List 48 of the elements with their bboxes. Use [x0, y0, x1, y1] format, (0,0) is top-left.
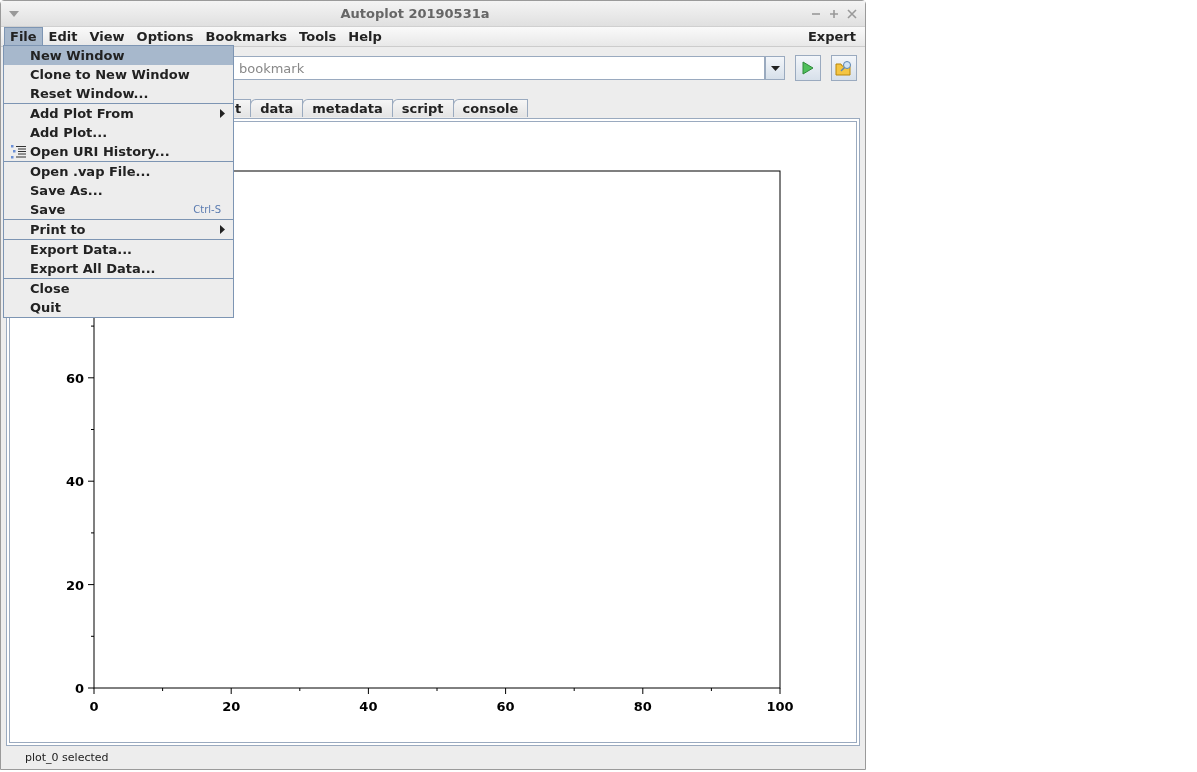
window-title: Autoplot 20190531a: [339, 6, 491, 22]
close-icon[interactable]: [847, 8, 857, 19]
menu-item[interactable]: Save As...: [4, 181, 233, 200]
menu[interactable]: Tools: [293, 27, 343, 47]
maximize-icon[interactable]: [829, 8, 839, 19]
menu[interactable]: Bookmarks: [199, 27, 294, 47]
play-button[interactable]: [795, 55, 821, 82]
submenu-arrow-icon: [220, 109, 225, 118]
x-tick-label: 100: [766, 698, 794, 714]
menu-item[interactable]: Open .vap File...: [4, 162, 233, 181]
x-tick-label: 60: [496, 698, 515, 714]
x-tick-label: 80: [633, 698, 652, 714]
menu-item[interactable]: Export Data...: [4, 240, 233, 259]
menu-item[interactable]: Add Plot...: [4, 123, 233, 142]
folder-search-icon: [835, 60, 853, 77]
tab[interactable]: data: [250, 98, 304, 117]
caret-icon: [770, 65, 780, 71]
menu[interactable]: Help: [342, 27, 388, 47]
list-icon: [11, 145, 26, 159]
tab[interactable]: metadata: [302, 98, 393, 117]
expert-menu[interactable]: Expert: [802, 29, 862, 45]
menu[interactable]: Options: [130, 27, 200, 47]
y-tick-label: 20: [65, 577, 84, 593]
menu-item[interactable]: Export All Data...: [4, 259, 233, 278]
x-tick-label: 40: [359, 698, 378, 714]
shortcut-label: Ctrl-S: [193, 204, 221, 215]
window-menu-icon[interactable]: [9, 10, 19, 17]
menu[interactable]: View: [83, 27, 131, 47]
menu-item[interactable]: Open URI History...: [4, 142, 233, 161]
x-tick-label: 20: [222, 698, 241, 714]
browse-button[interactable]: [831, 55, 857, 82]
dropdown-button[interactable]: [765, 56, 785, 81]
menu-item[interactable]: Save Ctrl-S: [4, 200, 233, 219]
tab[interactable]: console: [452, 98, 529, 117]
menu-item[interactable]: Close: [4, 279, 233, 298]
menu-item[interactable]: New Window: [4, 46, 233, 65]
menu[interactable]: Edit: [42, 27, 84, 47]
y-tick-label: 60: [65, 370, 84, 386]
submenu-arrow-icon: [220, 225, 225, 234]
y-tick-label: 0: [74, 680, 84, 696]
status-text: plot_0 selected: [25, 750, 109, 764]
x-tick-label: 0: [89, 698, 99, 714]
menu-item[interactable]: Quit: [4, 298, 233, 317]
menu-item[interactable]: Print to: [4, 220, 233, 239]
y-tick-label: 40: [65, 474, 84, 490]
play-icon: [802, 61, 814, 76]
tab[interactable]: script: [391, 98, 454, 117]
menu[interactable]: File: [4, 27, 43, 47]
